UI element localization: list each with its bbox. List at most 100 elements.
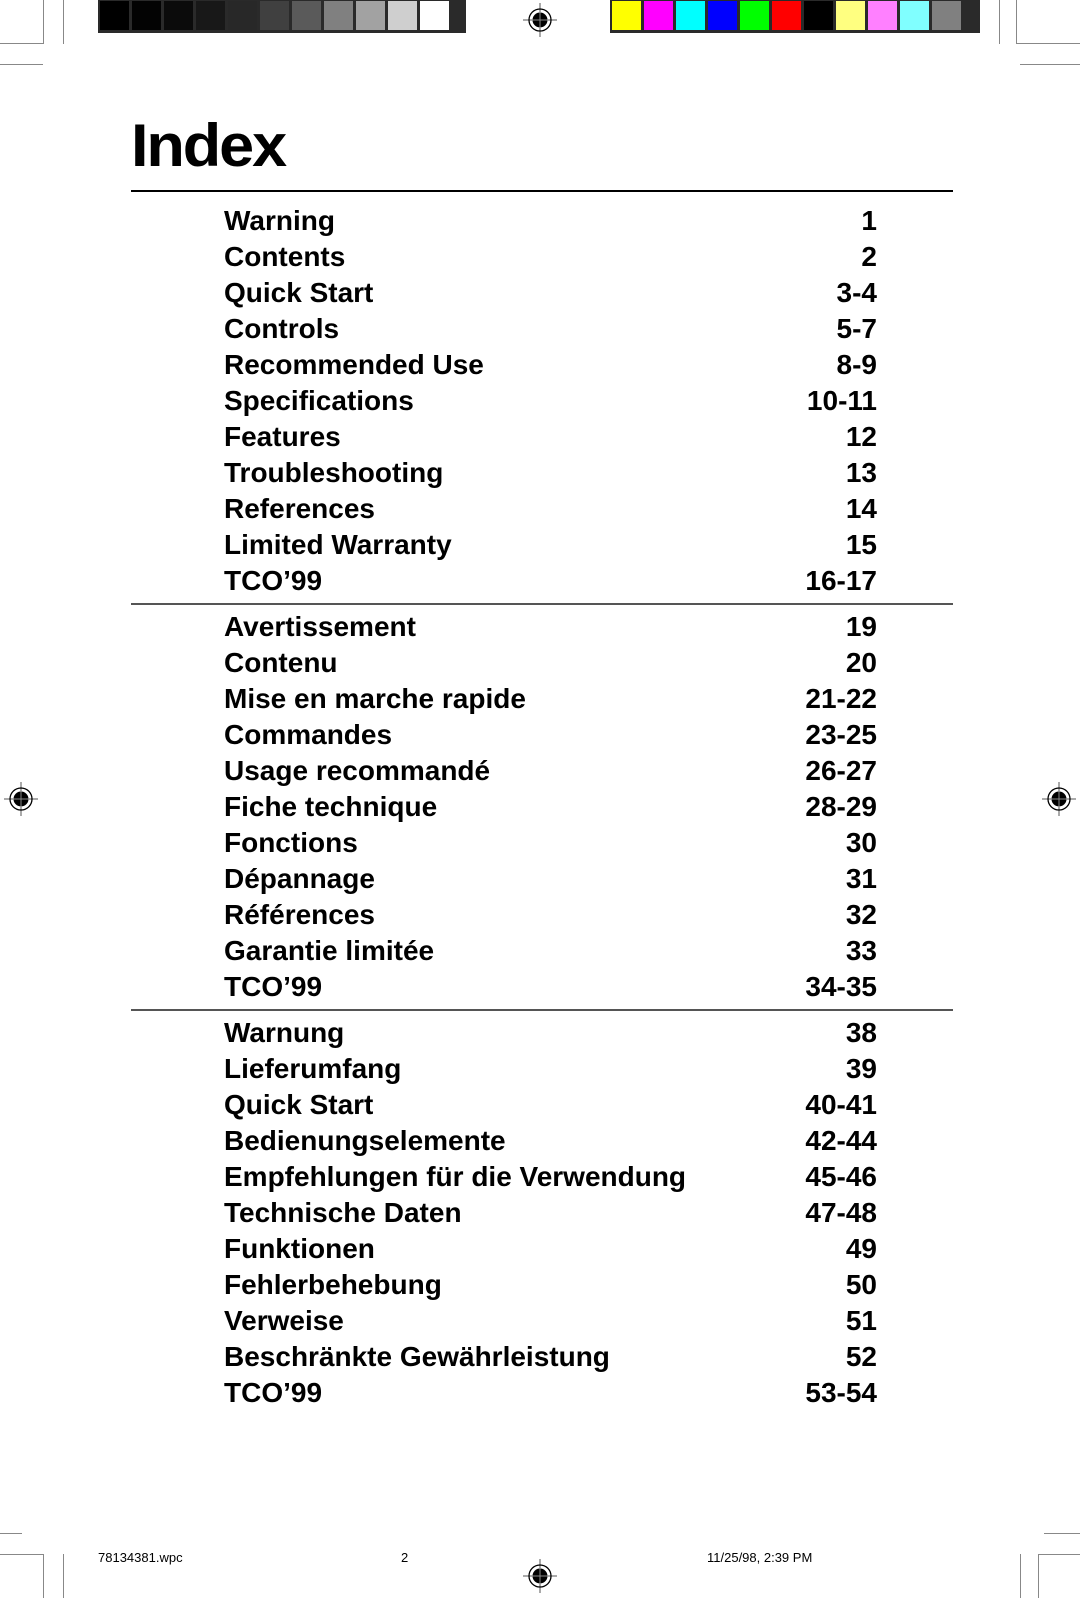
index-entry: Garantie limitée 33	[224, 933, 877, 969]
index-entry-page: 21-22	[805, 683, 877, 714]
index-entry-label: Verweise	[224, 1305, 344, 1336]
index-entry: Usage recommandé 26-27	[224, 753, 877, 789]
color-swatch	[868, 1, 897, 30]
index-entry-label: Limited Warranty	[224, 529, 452, 560]
index-entry-label: Troubleshooting	[224, 457, 444, 488]
index-entry: Contents 2	[224, 239, 877, 275]
index-entry-label: Specifications	[224, 385, 414, 416]
index-entry: Specifications 10-11	[224, 383, 877, 419]
index-entry-page: 52	[845, 1341, 877, 1372]
index-entry: Commandes 23-25	[224, 717, 877, 753]
index-entry-label: Contenu	[224, 647, 338, 678]
crop-mark-bl-h2	[0, 1554, 43, 1555]
index-entry-page: 28-29	[805, 791, 877, 822]
index-entry: Dépannage 31	[224, 861, 877, 897]
title-divider	[131, 190, 953, 192]
index-entry-page: 23-25	[805, 719, 877, 750]
index-entry: Features 12	[224, 419, 877, 455]
index-entry-page: 33	[845, 935, 877, 966]
index-entry-label: Contents	[224, 241, 346, 272]
index-entry: References 14	[224, 491, 877, 527]
index-entry: Mise en marche rapide 21-22	[224, 681, 877, 717]
index-entry-page: 32	[845, 899, 877, 930]
footer-filename: 78134381.wpc	[98, 1550, 183, 1565]
crop-mark-bl-v2	[63, 1554, 64, 1598]
index-entry-label: Warning	[224, 205, 335, 236]
index-entry-label: TCO’99	[224, 1377, 323, 1408]
color-swatch	[740, 1, 769, 30]
index-entry: Controls 5-7	[224, 311, 877, 347]
index-entry-label: Usage recommandé	[224, 755, 491, 786]
index-entry: Fiche technique 28-29	[224, 789, 877, 825]
index-entry-label: Garantie limitée	[224, 935, 435, 966]
index-entry-label: TCO’99	[224, 971, 323, 1002]
index-entry-page: 49	[845, 1233, 877, 1264]
index-entry-page: 42-44	[805, 1125, 877, 1156]
index-entry-page: 3-4	[836, 277, 877, 308]
index-entry: TCO’99 34-35	[224, 969, 877, 1005]
index-entry-page: 31	[845, 863, 877, 894]
index-entry-page: 12	[845, 421, 877, 452]
index-entry: TCO’99 16-17	[224, 563, 877, 599]
index-entry-page: 51	[845, 1305, 877, 1336]
index-entry: Avertissement 19	[224, 609, 877, 645]
crop-mark-tl-h2	[0, 64, 43, 65]
crop-mark-tl-v	[43, 0, 44, 44]
index-entry-page: 10-11	[806, 385, 877, 416]
gray-swatch	[196, 1, 225, 30]
crop-mark-bl-v	[43, 1554, 44, 1598]
index-entry: Bedienungselemente 42-44	[224, 1123, 877, 1159]
index-entry-label: Fonctions	[224, 827, 358, 858]
section-divider	[131, 603, 953, 605]
index-entry-label: Funktionen	[224, 1233, 375, 1264]
index-entry: Verweise 51	[224, 1303, 877, 1339]
index-entry: Troubleshooting 13	[224, 455, 877, 491]
footer-timestamp: 11/25/98, 2:39 PM	[707, 1550, 813, 1565]
index-entry: Beschränkte Gewährleistung 52	[224, 1339, 877, 1375]
gray-swatch	[132, 1, 161, 30]
index-entry-page: 1	[861, 205, 877, 236]
color-swatch	[708, 1, 737, 30]
index-entry-label: Warnung	[224, 1017, 345, 1048]
index-entry-page: 14	[845, 493, 877, 524]
index-entry-label: Empfehlungen für die Verwendung	[224, 1161, 687, 1192]
index-entry-label: Fiche technique	[224, 791, 438, 822]
index-entry: Warning 1	[224, 203, 877, 239]
crop-mark-br-v2	[1020, 1554, 1021, 1598]
index-entry-page: 30	[845, 827, 877, 858]
registration-mark-right-icon	[1042, 782, 1076, 816]
index-entry: Fehlerbehebung 50	[224, 1267, 877, 1303]
index-entry: Références 32	[224, 897, 877, 933]
index-entry: Funktionen 49	[224, 1231, 877, 1267]
color-swatch	[612, 1, 641, 30]
index-entry: Empfehlungen für die Verwendung 45-46	[224, 1159, 877, 1195]
crop-mark-br-h2	[1038, 1554, 1080, 1555]
index-entry-page: 45-46	[805, 1161, 877, 1192]
color-swatch	[836, 1, 865, 30]
crop-mark-bl-h	[0, 1533, 22, 1534]
index-entry-page: 19	[845, 611, 877, 642]
index-entry-label: Recommended Use	[224, 349, 484, 380]
index-section-french: Avertissement 19 Contenu 20 Mise en marche r…	[224, 609, 877, 1005]
index-entry: Contenu 20	[224, 645, 877, 681]
index-entry-label: Lieferumfang	[224, 1053, 402, 1084]
index-entry-page: 34-35	[805, 971, 877, 1002]
registration-mark-left-icon	[4, 782, 38, 816]
gray-swatch	[356, 1, 385, 30]
crop-mark-br-h	[1044, 1533, 1080, 1534]
color-swatch	[900, 1, 929, 30]
index-entry-page: 16-17	[805, 565, 877, 596]
index-entry: Lieferumfang 39	[224, 1051, 877, 1087]
index-entry: Quick Start 3-4	[224, 275, 877, 311]
index-entry-label: Fehlerbehebung	[224, 1269, 442, 1300]
index-entry: Recommended Use 8-9	[224, 347, 877, 383]
index-section-english: Warning 1 Contents 2 Quick Start 3-4 Controls 5…	[224, 203, 877, 599]
index-entry-label: Features	[224, 421, 341, 452]
color-swatch	[772, 1, 801, 30]
crop-mark-tl-v2	[63, 0, 64, 44]
index-entry: TCO’99 53-54	[224, 1375, 877, 1411]
color-swatch	[804, 1, 833, 30]
color-calibration-bar	[610, 0, 980, 33]
index-entry-page: 26-27	[805, 755, 877, 786]
index-entry-page: 5-7	[836, 313, 877, 344]
